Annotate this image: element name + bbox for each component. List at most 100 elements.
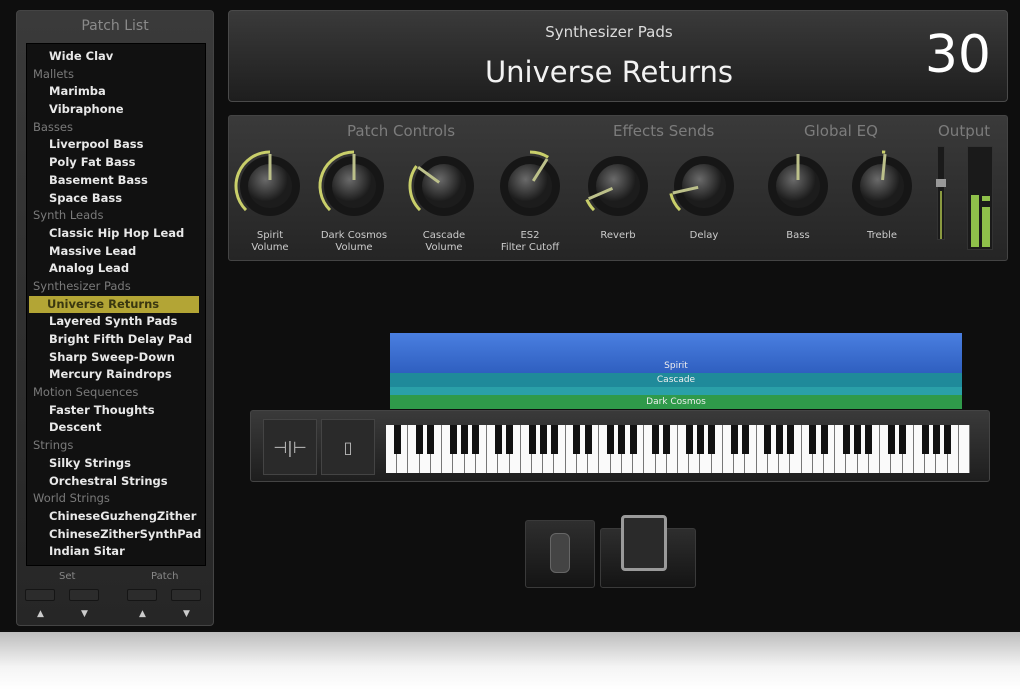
layer-spirit[interactable]: Spirit <box>390 333 962 373</box>
black-key[interactable] <box>944 425 952 454</box>
black-key[interactable] <box>427 425 435 454</box>
patch-list-item[interactable]: Indian Sitar <box>27 543 205 561</box>
black-key[interactable] <box>618 425 626 454</box>
patch-group-header[interactable]: Synth Leads <box>27 207 205 225</box>
knob-icon <box>318 150 384 216</box>
black-key[interactable] <box>741 425 749 454</box>
mod-wheel-icon[interactable]: ▯ <box>321 419 375 475</box>
patch-group-header[interactable]: Basses <box>27 119 205 137</box>
knob-label: Reverb <box>600 230 636 241</box>
black-key[interactable] <box>764 425 772 454</box>
black-key[interactable] <box>730 425 738 454</box>
patch-list-item[interactable]: Silky Strings <box>27 455 205 473</box>
pedal-icon <box>550 533 570 573</box>
set-prev-button[interactable] <box>25 589 55 601</box>
patch-group-header[interactable]: World Strings <box>27 490 205 508</box>
patch-list-item[interactable]: Space Bass <box>27 190 205 208</box>
black-key[interactable] <box>629 425 637 454</box>
pitch-bend-icon[interactable]: ⊣|⊢ <box>263 419 317 475</box>
patch-header: Synthesizer Pads Universe Returns 30 <box>228 10 1008 102</box>
patch-list-item[interactable]: Poly Fat Bass <box>27 154 205 172</box>
black-key[interactable] <box>887 425 895 454</box>
patch-group-header[interactable]: Mallets <box>27 66 205 84</box>
black-key[interactable] <box>550 425 558 454</box>
black-key[interactable] <box>494 425 502 454</box>
black-key[interactable] <box>685 425 693 454</box>
black-key[interactable] <box>820 425 828 454</box>
black-key[interactable] <box>449 425 457 454</box>
black-key[interactable] <box>842 425 850 454</box>
knob-cascade[interactable]: Cascade Volume <box>405 146 483 254</box>
black-key[interactable] <box>461 425 469 454</box>
patch-list-title: Patch List <box>81 18 149 34</box>
up-arrow-icon: ▲ <box>37 609 44 619</box>
output-volume-fader[interactable] <box>936 146 946 240</box>
layer-dark-cosmos[interactable]: Dark Cosmos <box>390 395 962 409</box>
black-key[interactable] <box>921 425 929 454</box>
patch-list-item[interactable]: Sharp Sweep-Down <box>27 349 205 367</box>
layer-cascade[interactable]: Cascade <box>390 373 962 387</box>
patch-list-item[interactable]: Marimba <box>27 83 205 101</box>
knob-icon <box>234 150 300 216</box>
black-key[interactable] <box>573 425 581 454</box>
patch-prev-button[interactable] <box>127 589 157 601</box>
patch-list-item[interactable]: Bright Fifth Delay Pad <box>27 331 205 349</box>
black-key[interactable] <box>528 425 536 454</box>
patch-list-item[interactable]: Classic Hip Hop Lead <box>27 225 205 243</box>
knob-icon <box>408 156 474 216</box>
black-key[interactable] <box>899 425 907 454</box>
black-key[interactable] <box>932 425 940 454</box>
patch-list-item[interactable]: Analog Lead <box>27 260 205 278</box>
sustain-pedal[interactable] <box>525 520 595 588</box>
patch-group-header[interactable]: Motion Sequences <box>27 384 205 402</box>
black-key[interactable] <box>775 425 783 454</box>
black-key[interactable] <box>708 425 716 454</box>
black-key[interactable] <box>506 425 514 454</box>
knob-reverb[interactable]: Reverb <box>579 146 657 242</box>
down-arrow-icon: ▼ <box>81 609 88 619</box>
white-key[interactable] <box>958 425 970 473</box>
black-key[interactable] <box>472 425 480 454</box>
set-next-button[interactable] <box>69 589 99 601</box>
black-key[interactable] <box>607 425 615 454</box>
black-key[interactable] <box>865 425 873 454</box>
black-key[interactable] <box>854 425 862 454</box>
patch-list-item[interactable]: ChineseGuzhengZither <box>27 508 205 526</box>
patch-list-item[interactable]: Vibraphone <box>27 101 205 119</box>
patch-list-item[interactable]: Mercury Raindrops <box>27 366 205 384</box>
black-key[interactable] <box>663 425 671 454</box>
patch-list-item[interactable]: Liverpool Bass <box>27 136 205 154</box>
patch-list-panel: Patch List Wide Clav Mallets Marimba Vibrap… <box>16 10 214 626</box>
black-key[interactable] <box>539 425 547 454</box>
patch-list-item[interactable]: Basement Bass <box>27 172 205 190</box>
knob-spirit[interactable]: Spirit Volume <box>231 146 309 254</box>
patch-list-item[interactable]: Massive Lead <box>27 243 205 261</box>
knob-dark-cosmos[interactable]: Dark Cosmos Volume <box>315 146 393 254</box>
black-key[interactable] <box>393 425 401 454</box>
black-key[interactable] <box>809 425 817 454</box>
layer-cascade[interactable] <box>390 387 962 395</box>
black-key[interactable] <box>584 425 592 454</box>
patch-list-item[interactable]: Faster Thoughts <box>27 402 205 420</box>
patch-group-header[interactable]: Strings <box>27 437 205 455</box>
knob-bass[interactable]: Bass <box>759 146 837 242</box>
knob-es2[interactable]: ES2 Filter Cutoff <box>491 146 569 254</box>
set-nav-label: Set <box>59 571 76 582</box>
expression-pedal[interactable] <box>600 515 696 588</box>
knob-delay[interactable]: Delay <box>665 146 743 242</box>
patch-group-header[interactable]: Synthesizer Pads <box>27 278 205 296</box>
knob-treble[interactable]: Treble <box>843 146 921 242</box>
patch-list-item[interactable]: ChineseZitherSynthPad <box>27 526 205 544</box>
patch-list-item[interactable]: Universe Returns <box>29 295 199 314</box>
patch-list-item[interactable]: Wide Clav <box>27 48 205 66</box>
patch-next-button[interactable] <box>171 589 201 601</box>
patch-list-item[interactable]: Layered Synth Pads <box>27 313 205 331</box>
black-key[interactable] <box>696 425 704 454</box>
black-key[interactable] <box>786 425 794 454</box>
piano-keyboard[interactable] <box>386 425 970 473</box>
knob-icon <box>500 150 560 216</box>
black-key[interactable] <box>652 425 660 454</box>
patch-list-item[interactable]: Descent <box>27 419 205 437</box>
black-key[interactable] <box>416 425 424 454</box>
patch-list-item[interactable]: Orchestral Strings <box>27 473 205 491</box>
